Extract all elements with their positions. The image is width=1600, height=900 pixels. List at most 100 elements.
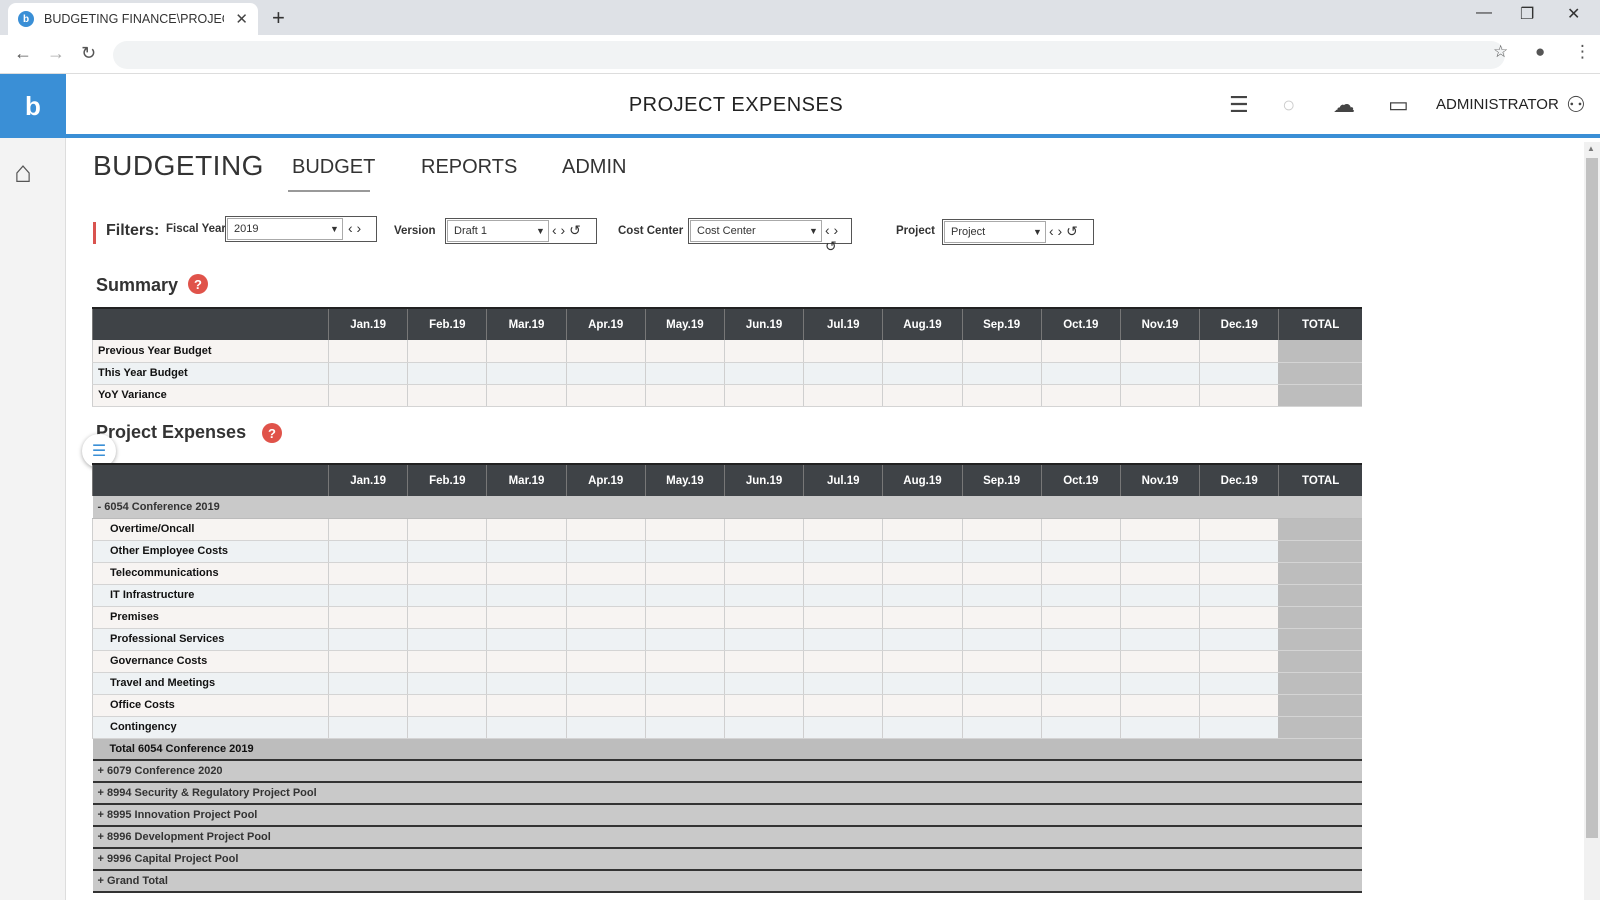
cell[interactable] xyxy=(328,540,408,563)
group-label[interactable]: + 8995 Innovation Project Pool xyxy=(92,804,329,827)
cell[interactable] xyxy=(486,672,567,695)
cell[interactable] xyxy=(803,606,883,629)
cell[interactable] xyxy=(1119,340,1200,363)
cell[interactable] xyxy=(328,628,408,651)
cell[interactable] xyxy=(803,584,883,607)
close-window-icon[interactable]: ✕ xyxy=(1567,4,1580,24)
cell[interactable] xyxy=(1119,694,1200,717)
cell[interactable] xyxy=(803,362,883,385)
group-row-collapsed[interactable]: + Grand Total xyxy=(92,870,1362,893)
forward-arrow-icon[interactable]: → xyxy=(47,43,65,64)
cell[interactable] xyxy=(961,540,1042,563)
minimize-icon[interactable]: — xyxy=(1476,4,1492,22)
cell[interactable] xyxy=(407,384,487,407)
cell[interactable] xyxy=(961,672,1042,695)
cell[interactable] xyxy=(1119,606,1200,629)
cell[interactable] xyxy=(961,628,1042,651)
version-select[interactable]: Draft 1 xyxy=(447,220,549,242)
cell[interactable] xyxy=(961,716,1042,739)
cell[interactable] xyxy=(803,628,883,651)
cell[interactable] xyxy=(723,716,804,739)
group-label[interactable]: + Grand Total xyxy=(92,870,329,893)
cell[interactable] xyxy=(882,716,963,739)
cell[interactable] xyxy=(803,716,883,739)
cell[interactable] xyxy=(644,518,725,541)
cell[interactable] xyxy=(1199,362,1279,385)
cell[interactable] xyxy=(1199,562,1279,585)
cell[interactable] xyxy=(882,340,963,363)
chat-icon[interactable]: ▭ xyxy=(1388,92,1409,118)
cell[interactable] xyxy=(1040,362,1121,385)
profile-icon[interactable]: ● xyxy=(1535,42,1545,62)
group-label[interactable]: + 8996 Development Project Pool xyxy=(92,826,329,849)
kebab-menu-icon[interactable]: ⋮ xyxy=(1574,42,1591,62)
cell[interactable] xyxy=(961,584,1042,607)
cell[interactable] xyxy=(1040,584,1121,607)
cell[interactable] xyxy=(644,562,725,585)
cell[interactable] xyxy=(486,606,567,629)
cell[interactable] xyxy=(1040,672,1121,695)
cell[interactable] xyxy=(882,562,963,585)
user-icon[interactable]: ⚇ xyxy=(1566,92,1586,118)
cell[interactable] xyxy=(723,384,804,407)
tab-budget[interactable]: BUDGET xyxy=(292,156,375,179)
cell[interactable] xyxy=(882,672,963,695)
cell[interactable] xyxy=(328,584,408,607)
prev-next-reset-icon[interactable]: ‹ › ↺ xyxy=(552,222,581,239)
cell[interactable] xyxy=(961,340,1042,363)
close-tab-icon[interactable]: ✕ xyxy=(235,10,248,28)
cell[interactable] xyxy=(486,384,567,407)
cell[interactable] xyxy=(1040,628,1121,651)
cell[interactable] xyxy=(803,694,883,717)
back-arrow-icon[interactable]: ← xyxy=(14,43,32,64)
cloud-icon[interactable]: ☁ xyxy=(1333,92,1355,118)
cell[interactable] xyxy=(328,562,408,585)
cell[interactable] xyxy=(328,518,408,541)
cell[interactable] xyxy=(644,384,725,407)
cell[interactable] xyxy=(882,518,963,541)
cell[interactable] xyxy=(1199,716,1279,739)
cell[interactable] xyxy=(407,606,487,629)
cell[interactable] xyxy=(723,518,804,541)
status-circle-icon[interactable]: ○ xyxy=(1282,92,1295,118)
cell[interactable] xyxy=(723,584,804,607)
cell[interactable] xyxy=(882,694,963,717)
browser-tab[interactable]: b BUDGETING FINANCE\PROJECT E ✕ xyxy=(8,3,258,35)
cell[interactable] xyxy=(1199,518,1279,541)
cell[interactable] xyxy=(1119,540,1200,563)
cell[interactable] xyxy=(565,540,646,563)
cell[interactable] xyxy=(1040,518,1121,541)
cell[interactable] xyxy=(1040,650,1121,673)
cell[interactable] xyxy=(328,384,408,407)
cell[interactable] xyxy=(1119,362,1200,385)
cell[interactable] xyxy=(486,518,567,541)
fiscal-year-select[interactable]: 2019 xyxy=(227,218,343,240)
cell[interactable] xyxy=(1040,540,1121,563)
cell[interactable] xyxy=(407,540,487,563)
cell[interactable] xyxy=(328,606,408,629)
cell[interactable] xyxy=(565,584,646,607)
cell[interactable] xyxy=(882,606,963,629)
cell[interactable] xyxy=(644,540,725,563)
group-label[interactable]: - 6054 Conference 2019 xyxy=(92,496,329,519)
cell[interactable] xyxy=(803,518,883,541)
cell[interactable] xyxy=(486,650,567,673)
cell[interactable] xyxy=(1199,540,1279,563)
cell[interactable] xyxy=(407,672,487,695)
cell[interactable] xyxy=(1119,562,1200,585)
cell[interactable] xyxy=(723,650,804,673)
cell[interactable] xyxy=(1199,628,1279,651)
cell[interactable] xyxy=(486,540,567,563)
cell[interactable] xyxy=(1199,650,1279,673)
cell[interactable] xyxy=(882,540,963,563)
cell[interactable] xyxy=(565,518,646,541)
cell[interactable] xyxy=(565,650,646,673)
bookmark-star-icon[interactable]: ☆ xyxy=(1493,42,1508,62)
cell[interactable] xyxy=(961,562,1042,585)
cell[interactable] xyxy=(407,716,487,739)
cell[interactable] xyxy=(644,584,725,607)
cell[interactable] xyxy=(565,672,646,695)
cell[interactable] xyxy=(486,340,567,363)
cell[interactable] xyxy=(961,694,1042,717)
cell[interactable] xyxy=(644,340,725,363)
